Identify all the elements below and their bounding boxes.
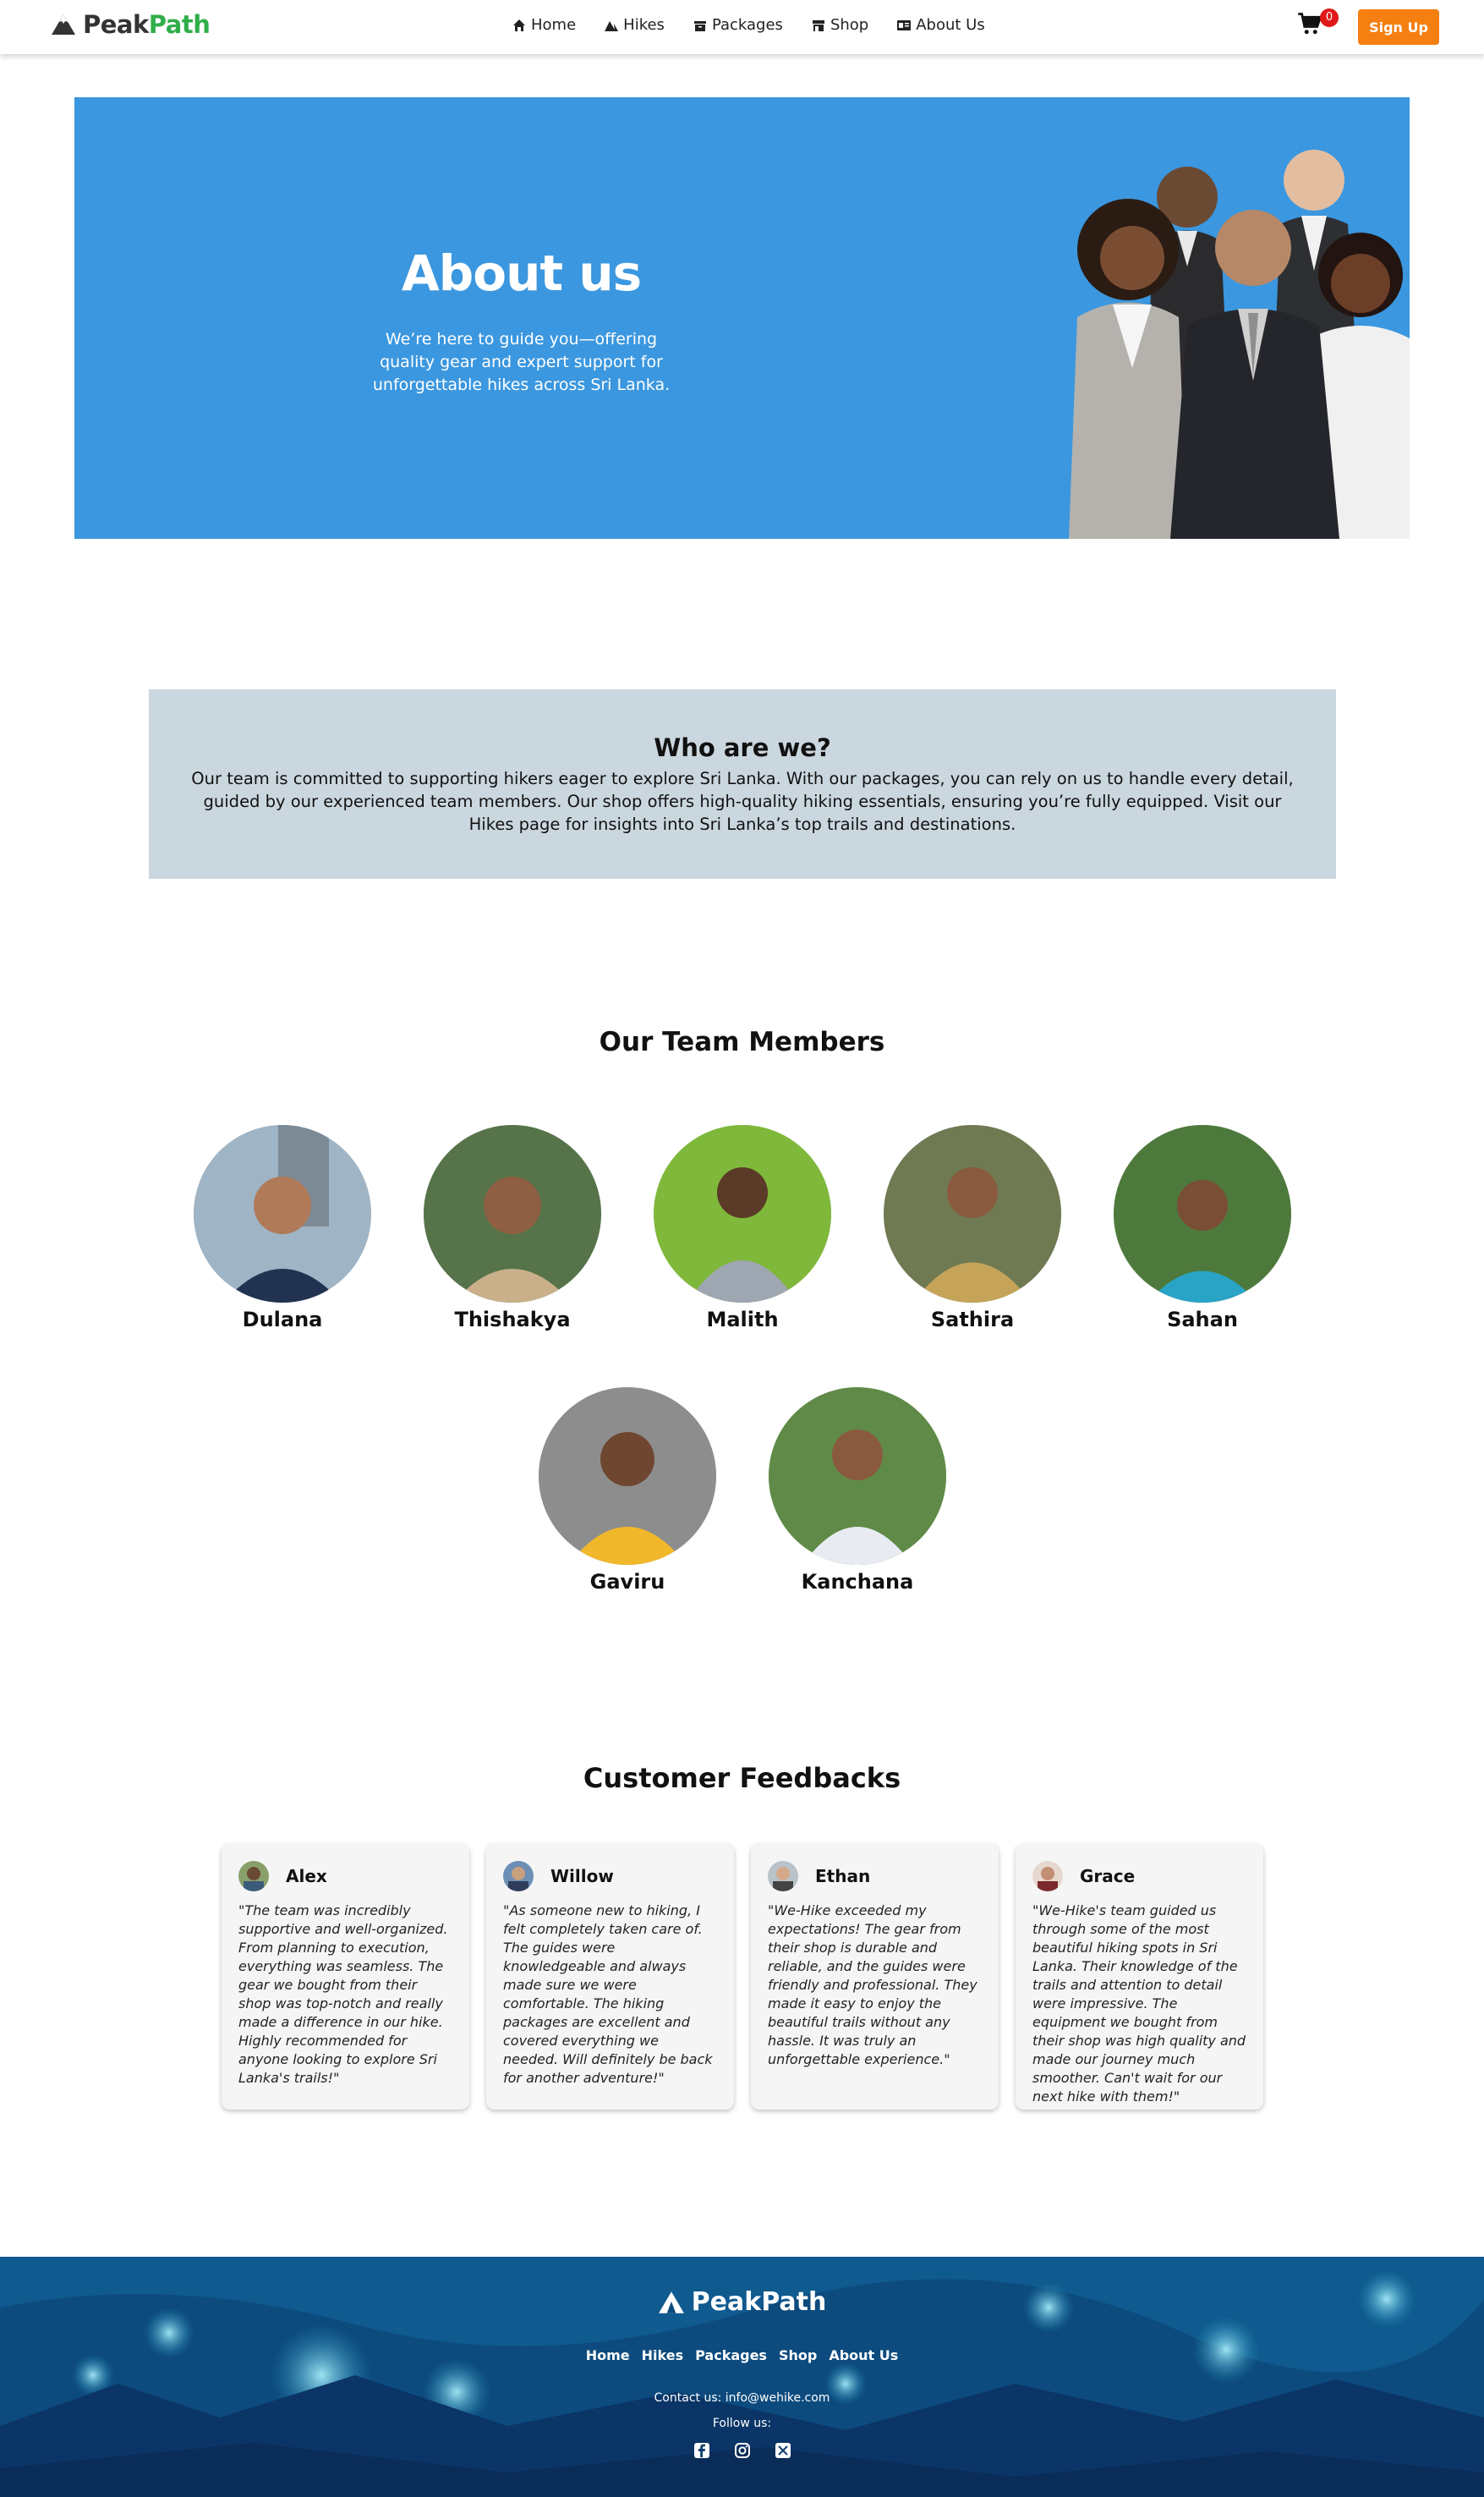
member-name: Dulana	[242, 1308, 323, 1331]
feedback-section-title: Customer Feedbacks	[583, 1762, 901, 1794]
customer-avatar	[1032, 1861, 1063, 1891]
member-photo	[1114, 1125, 1291, 1303]
nav-packages[interactable]: Packages	[693, 16, 783, 34]
facebook-icon[interactable]	[693, 2442, 710, 2459]
shop-icon	[812, 19, 824, 31]
footer-link-hikes[interactable]: Hikes	[642, 2347, 683, 2363]
customer-quote: "We-Hike exceeded my expectations! The g…	[768, 1902, 977, 2067]
nav-hikes[interactable]: Hikes	[605, 16, 665, 34]
feedback-card: Grace "We-Hike's team guided us through …	[1016, 1844, 1263, 2110]
team-member: Sathira	[884, 1125, 1061, 1331]
footer-link-packages[interactable]: Packages	[695, 2347, 767, 2363]
member-photo	[654, 1125, 831, 1303]
team-member: Malith	[654, 1125, 831, 1331]
team-member: Gaviru	[539, 1387, 716, 1594]
nav-packages-label: Packages	[711, 16, 783, 34]
nav-home-label: Home	[531, 16, 577, 34]
footer: PeakPath Home Hikes Packages Shop About …	[0, 2257, 1484, 2497]
brand-name-part2: Path	[148, 10, 211, 39]
footer-link-about[interactable]: About Us	[829, 2347, 898, 2363]
nav-shop[interactable]: Shop	[812, 16, 868, 34]
mountain-logo-icon	[52, 14, 75, 35]
member-photo	[539, 1387, 716, 1565]
hero-banner: About us We’re here to guide you—offerin…	[74, 97, 1410, 539]
team-member: Sahan	[1114, 1125, 1291, 1331]
instagram-icon[interactable]	[734, 2442, 751, 2459]
footer-link-home[interactable]: Home	[586, 2347, 630, 2363]
brand-name-part1: Peak	[83, 10, 149, 39]
x-icon[interactable]	[775, 2442, 791, 2459]
member-photo	[884, 1125, 1061, 1303]
member-name: Thishakya	[454, 1308, 571, 1331]
customer-quote: "We-Hike's team guided us through some o…	[1032, 1902, 1246, 2105]
nav-hikes-label: Hikes	[623, 16, 665, 34]
footer-brand-name: PeakPath	[691, 2287, 827, 2317]
mountain-logo-icon	[658, 2291, 684, 2313]
team-member: Dulana	[194, 1125, 371, 1331]
feedback-card: Willow "As someone new to hiking, I felt…	[486, 1844, 734, 2110]
customer-name: Willow	[550, 1866, 614, 1886]
member-name: Sathira	[930, 1308, 1015, 1331]
cart-count-badge: 0	[1320, 8, 1339, 27]
member-name: Malith	[706, 1308, 779, 1331]
nav-about-label: About Us	[916, 16, 985, 34]
sign-up-button[interactable]: Sign Up	[1358, 9, 1439, 45]
who-title: Who are we?	[654, 733, 831, 762]
footer-follow-label: Follow us:	[712, 2417, 772, 2430]
feedback-card: Alex "The team was incredibly supportive…	[222, 1844, 469, 2110]
member-name: Sahan	[1167, 1308, 1238, 1331]
customer-avatar	[238, 1861, 269, 1891]
team-member: Thishakya	[424, 1125, 601, 1331]
customer-name: Grace	[1080, 1866, 1136, 1886]
customer-name: Alex	[286, 1866, 327, 1886]
nav-about[interactable]: About Us	[897, 16, 985, 34]
team-member: Kanchana	[769, 1387, 946, 1594]
team-section-title: Our Team Members	[599, 1027, 885, 1057]
hero-subtitle: We’re here to guide you—offering quality…	[372, 330, 671, 394]
footer-brand[interactable]: PeakPath	[0, 2287, 1484, 2317]
team-group-photo	[1069, 150, 1410, 539]
who-text: Our team is committed to supporting hike…	[191, 769, 1294, 834]
member-name: Gaviru	[589, 1570, 665, 1594]
feedback-card: Ethan "We-Hike exceeded my expectations!…	[751, 1844, 999, 2110]
package-icon	[693, 20, 706, 31]
member-name: Kanchana	[801, 1570, 914, 1594]
nav-links: Home Hikes Packages Shop About Us	[512, 16, 985, 34]
mountain-icon	[605, 20, 619, 31]
cart-icon	[1298, 13, 1322, 35]
member-photo	[194, 1125, 371, 1303]
customer-avatar	[503, 1861, 534, 1891]
customer-quote: "The team was incredibly supportive and …	[238, 1902, 448, 2086]
who-are-we-section: Who are we? Our team is committed to sup…	[149, 689, 1336, 879]
member-photo	[424, 1125, 601, 1303]
nav-home[interactable]: Home	[512, 16, 576, 34]
customer-name: Ethan	[815, 1866, 871, 1886]
member-photo	[769, 1387, 946, 1565]
footer-contact: Contact us: info@wehike.com	[654, 2391, 830, 2405]
social-links	[0, 2442, 1484, 2459]
footer-links: Home Hikes Packages Shop About Us	[0, 2347, 1484, 2363]
customer-avatar	[768, 1861, 798, 1891]
customer-quote: "As someone new to hiking, I felt comple…	[503, 1902, 713, 2086]
home-icon	[513, 19, 525, 31]
nav-shop-label: Shop	[830, 16, 869, 34]
top-navbar: PeakPath Home Hikes Packages Shop About …	[0, 0, 1484, 54]
hero-title: About us	[401, 244, 642, 302]
brand-logo[interactable]: PeakPath	[51, 10, 211, 39]
id-card-icon	[897, 19, 912, 30]
footer-link-shop[interactable]: Shop	[779, 2347, 817, 2363]
